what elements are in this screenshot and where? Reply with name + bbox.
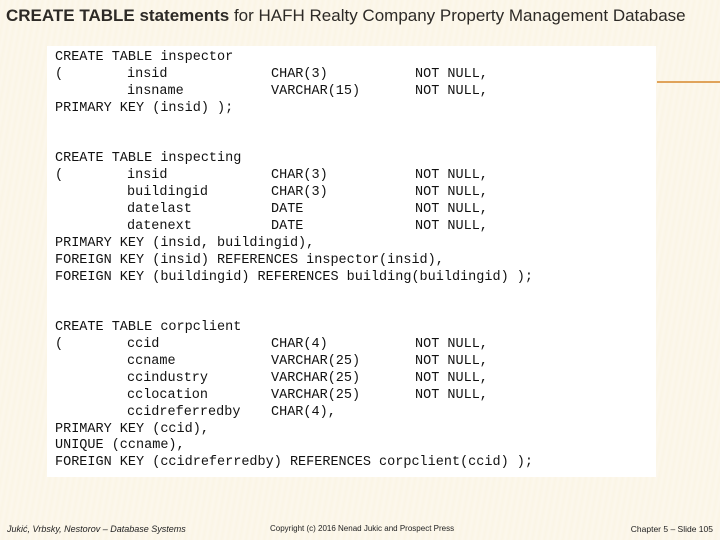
column-constraint: NOT NULL, (415, 202, 488, 218)
code-line: CREATE TABLE inspecting (55, 151, 533, 168)
code-statement: UNIQUE (ccname), (55, 438, 185, 454)
column-name: ccname (127, 354, 176, 370)
column-constraint: NOT NULL, (415, 66, 488, 82)
code-line: PRIMARY KEY (insid) ); (55, 101, 533, 118)
column-type: VARCHAR(15) (271, 83, 361, 99)
code-line: UNIQUE (ccname), (55, 438, 533, 455)
sql-code-box: CREATE TABLE inspector(insid CHAR(3) NOT N… (47, 46, 656, 477)
code-line: datelast DATE NOT NULL, (55, 202, 533, 219)
column-type: CHAR(4), (271, 404, 336, 420)
column-constraint: NOT NULL, (415, 218, 488, 234)
footer-copyright: Copyright (c) 2016 Nenad Jukic and Prosp… (270, 524, 455, 533)
code-line: ccname VARCHAR(25) NOT NULL, (55, 354, 533, 371)
code-statement: PRIMARY KEY (insid) ); (55, 100, 234, 116)
slide-title: CREATE TABLE statements for HAFH Realty … (6, 4, 706, 28)
column-constraint: NOT NULL, (415, 185, 488, 201)
accent-line (657, 81, 720, 83)
code-statement: CREATE TABLE corpclient (55, 320, 242, 336)
column-type: VARCHAR(25) (271, 387, 361, 403)
code-line: ( insid CHAR(3) NOT NULL, (55, 168, 533, 185)
column-type: CHAR(3) (271, 168, 328, 184)
code-paren: ( (55, 168, 64, 184)
column-name: buildingid (127, 185, 209, 201)
slide-title-rest: for HAFH Realty Company Property Managem… (229, 6, 686, 25)
column-type: CHAR(3) (271, 66, 328, 82)
code-line: FOREIGN KEY (insid) REFERENCES inspector… (55, 253, 533, 270)
column-constraint: NOT NULL, (415, 168, 488, 184)
code-statement: FOREIGN KEY (insid) REFERENCES inspector… (55, 252, 444, 268)
column-name: datelast (127, 202, 192, 218)
code-line: ccindustry VARCHAR(25) NOT NULL, (55, 371, 533, 388)
code-line: insname VARCHAR(15) NOT NULL, (55, 84, 533, 101)
column-name: insname (127, 83, 184, 99)
column-constraint: NOT NULL, (415, 387, 488, 403)
code-line: ccidreferredby CHAR(4), (55, 405, 533, 422)
column-type: VARCHAR(25) (271, 354, 361, 370)
column-type: DATE (271, 202, 304, 218)
column-name: cclocation (127, 387, 209, 403)
code-statement: PRIMARY KEY (ccid), (55, 421, 209, 437)
column-constraint: NOT NULL, (415, 83, 488, 99)
code-line: buildingid CHAR(3) NOT NULL, (55, 185, 533, 202)
code-line: PRIMARY KEY (insid, buildingid), (55, 236, 533, 253)
column-constraint: NOT NULL, (415, 370, 488, 386)
slide-title-bold: CREATE TABLE statements (6, 6, 230, 25)
column-type: VARCHAR(25) (271, 370, 361, 386)
column-name: insid (127, 66, 168, 82)
code-line: CREATE TABLE inspector (55, 50, 533, 67)
sql-code: CREATE TABLE inspector(insid CHAR(3) NOT N… (55, 50, 533, 472)
code-paren: ( (55, 337, 64, 353)
code-paren: ( (55, 66, 64, 82)
code-statement: CREATE TABLE inspector (55, 50, 234, 65)
code-line: PRIMARY KEY (ccid), (55, 422, 533, 439)
code-statement: FOREIGN KEY (buildingid) REFERENCES buil… (55, 269, 533, 285)
column-name: ccindustry (127, 370, 209, 386)
code-line: FOREIGN KEY (ccidreferredby) REFERENCES … (55, 455, 533, 472)
code-line: ( ccid CHAR(4) NOT NULL, (55, 337, 533, 354)
column-constraint: NOT NULL, (415, 354, 488, 370)
code-line: CREATE TABLE corpclient (55, 320, 533, 337)
code-line: ( insid CHAR(3) NOT NULL, (55, 67, 533, 84)
column-name: datenext (127, 218, 192, 234)
column-constraint: NOT NULL, (415, 337, 488, 353)
footer-slide-number: Chapter 5 – Slide 105 (630, 524, 713, 534)
footer-authors: Jukić, Vrbsky, Nestorov – Database Syste… (7, 524, 186, 534)
column-name: insid (127, 168, 168, 184)
column-name: ccidreferredby (127, 404, 241, 420)
column-type: CHAR(4) (271, 337, 328, 353)
column-type: DATE (271, 218, 304, 234)
code-line: datenext DATE NOT NULL, (55, 219, 533, 236)
code-statement: PRIMARY KEY (insid, buildingid), (55, 235, 315, 251)
column-name: ccid (127, 337, 160, 353)
code-line: cclocation VARCHAR(25) NOT NULL, (55, 388, 533, 405)
code-statement: FOREIGN KEY (ccidreferredby) REFERENCES … (55, 455, 533, 471)
column-type: CHAR(3) (271, 185, 328, 201)
code-line: FOREIGN KEY (buildingid) REFERENCES buil… (55, 270, 533, 287)
code-statement: CREATE TABLE inspecting (55, 151, 242, 167)
